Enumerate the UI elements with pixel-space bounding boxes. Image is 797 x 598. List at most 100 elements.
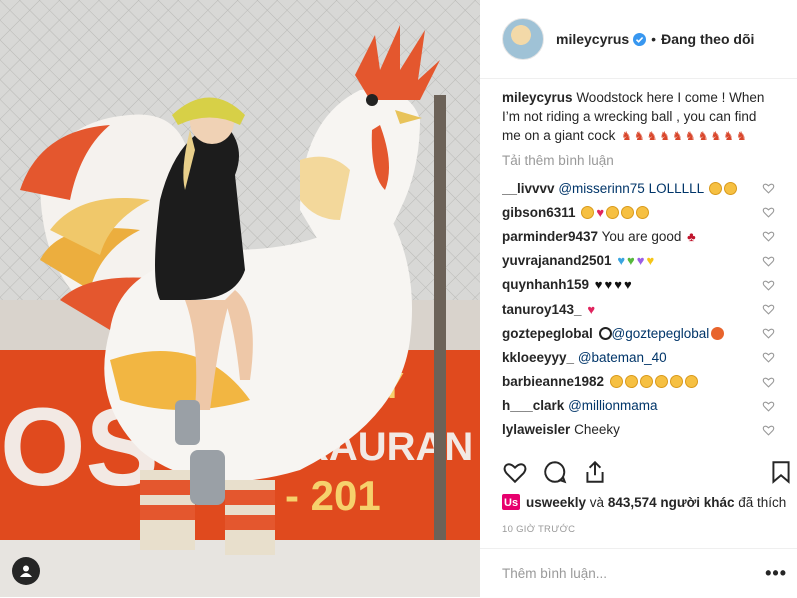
comment-like-heart-icon[interactable] [762,255,775,267]
comment-row: quynhanh159 ♥ ♥ ♥ ♥ [480,273,797,297]
comment-text[interactable]: @bateman_40 [578,350,667,365]
comment-like-heart-icon[interactable] [762,424,775,436]
purple-emoji-icon: ♥ [636,253,645,269]
comment-bubble-icon[interactable] [542,459,568,485]
comment-row: barbieanne1982 [480,370,797,394]
comment-content: yuvrajanand2501 ♥ ♥ ♥ ♥ [502,253,654,268]
action-bar [480,452,797,490]
rooster-emoji-icon: ♞ [659,129,671,143]
usweekly-logo-icon: Us [502,494,520,510]
user-icon [20,565,32,577]
photo-image: OS RAURAN Y 1 - 201 [0,0,480,597]
like-heart-icon[interactable] [502,459,528,485]
post-timestamp[interactable]: 10 GIỜ TRƯỚC [502,524,575,535]
comment-content: goztepeglobal @goztepeglobal [502,326,725,341]
comment-username[interactable]: barbieanne1982 [502,374,604,389]
black-emoji-icon: ♥ [594,277,603,293]
separator-dot: • [651,31,657,47]
comment-content: gibson6311 ♥ [502,204,650,220]
comment-row: gibson6311 ♥ [480,200,797,224]
rooster-emoji-icon: ♞ [684,129,696,143]
comment-text[interactable]: @millionmama [568,398,657,413]
heart-r-emoji-icon: ♥ [596,204,605,220]
comment-row: __livvvv @misserinn75 LOLLLLL [480,176,797,200]
black-emoji-icon: ♥ [614,277,622,293]
comment-content: tanuroy143_ ♥ [502,302,595,317]
caption-username[interactable]: mileycyrus [502,90,573,105]
comment-like-heart-icon[interactable] [762,230,775,243]
comment-like-heart-icon[interactable] [762,206,775,218]
comment-like-heart-icon[interactable] [762,351,775,364]
rooster-emoji-icon: ♞ [697,129,709,143]
comment-row: h___clark @millionmama [480,394,797,418]
likes-first-user[interactable]: usweekly [526,495,586,510]
likes-count[interactable]: 843,574 người khác [608,495,735,510]
add-comment-input[interactable]: Thêm bình luận... [502,566,607,581]
comment-text: Cheeky [574,422,620,438]
laugh-emoji-icon [669,375,683,389]
rooster-emoji-icon: ♞ [723,129,734,143]
comment-username[interactable]: tanuroy143_ [502,302,582,317]
laugh-emoji-icon [684,375,698,389]
save-bookmark-icon[interactable] [768,459,794,485]
rooster-emoji-icon: ♞ [735,129,747,143]
comment-username[interactable]: gibson6311 [502,205,576,220]
comment-username[interactable]: parminder9437 [502,229,598,244]
post-photo[interactable]: OS RAURAN Y 1 - 201 [0,0,480,597]
comment-text[interactable]: @misserinn75 LOLLLLL [558,181,703,196]
comment-like-heart-icon[interactable] [762,376,775,388]
blue-emoji-icon: ♥ [617,253,626,269]
comments-list[interactable]: mileycyrus Woodstock here I come ! When … [480,88,797,448]
avatar[interactable] [502,18,544,60]
comment-username[interactable]: yuvrajanand2501 [502,253,612,268]
comment-row: tanuroy143_ ♥ [480,297,797,321]
comment-like-heart-icon[interactable] [762,182,775,194]
comment-username[interactable]: goztepeglobal [502,326,593,341]
load-more-comments[interactable]: Tải thêm bình luận [502,153,797,168]
comment-content: quynhanh159 ♥ ♥ ♥ ♥ [502,277,632,292]
comment-content: kkloeeyyy_ @bateman_40 [502,350,667,365]
comment-content: __livvvv @misserinn75 LOLLLLL [502,181,738,196]
laugh-emoji-icon [624,375,638,389]
comment-row: kkloeeyyy_ @bateman_40 [480,345,797,369]
comment-username[interactable]: quynhanh159 [502,277,589,292]
comment-like-heart-icon[interactable] [762,327,775,339]
comment-row: goztepeglobal @goztepeglobal [480,321,797,345]
comment-row: yuvrajanand2501 ♥ ♥ ♥ ♥ [480,249,797,273]
comment-content: lylaweisler Cheeky [502,422,620,437]
rooster-emoji-icon: ♞ [646,129,658,143]
share-icon[interactable] [582,459,608,485]
yellow-emoji-icon: ♥ [646,253,655,269]
caption: mileycyrus Woodstock here I come ! When … [480,88,797,145]
post-header: mileycyrus • Đang theo dõi [480,0,797,79]
laugh-emoji-icon [724,181,738,195]
following-button[interactable]: Đang theo dõi [661,31,754,47]
add-comment-bar: Thêm bình luận... ••• [480,548,797,598]
more-options-icon[interactable]: ••• [765,563,787,584]
caption-emojis: ♞ ♞ ♞ ♞ ♞ ♞ ♞ ♞ ♞ ♞ [619,128,747,143]
header-username[interactable]: mileycyrus [556,31,629,47]
likes-and: và [586,494,608,510]
cherry-emoji-icon: ♣ [687,228,696,244]
heart-r-emoji-icon: ♥ [587,301,596,317]
laugh-emoji-icon [606,205,620,219]
comment-like-heart-icon[interactable] [762,279,775,291]
laugh-emoji-icon [636,205,650,219]
likes-suffix: đã thích [734,494,787,510]
comment-like-heart-icon[interactable] [762,303,775,315]
comment-username[interactable]: h___clark [502,398,564,413]
comment-username[interactable]: lylaweisler [502,422,570,437]
post-side-panel: mileycyrus • Đang theo dõi mileycyrus Wo… [480,0,797,597]
comment-username[interactable]: kkloeeyyy_ [502,350,574,365]
comment-text[interactable]: @goztepeglobal [612,326,710,341]
comment-content: barbieanne1982 [502,374,698,389]
rooster-emoji-icon: ♞ [672,129,683,143]
verified-badge-icon [633,32,647,46]
bball-emoji-icon [711,326,725,340]
comment-like-heart-icon[interactable] [762,400,775,412]
tagged-users-button[interactable] [12,557,40,585]
rooster-emoji-icon: ♞ [710,129,722,143]
comment-content: h___clark @millionmama [502,398,658,413]
comment-username[interactable]: __livvvv [502,181,555,196]
comment-content: parminder9437 You are good ♣ [502,229,696,244]
